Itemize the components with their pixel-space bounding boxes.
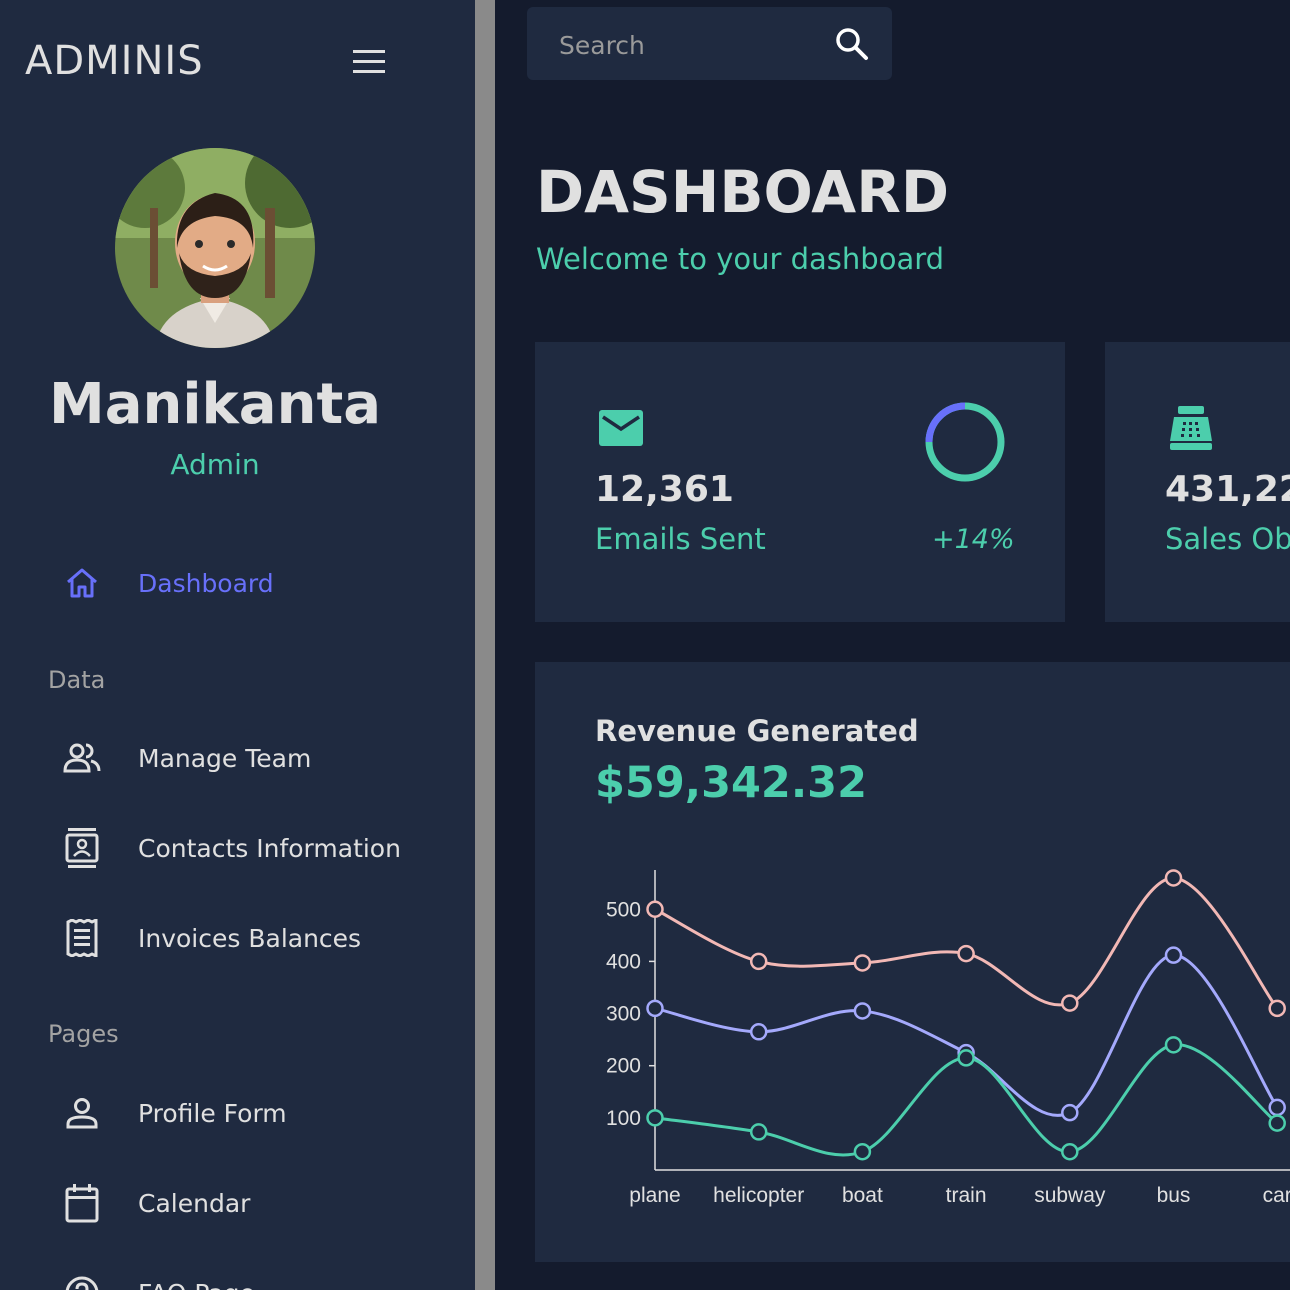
search-input[interactable] <box>557 25 831 65</box>
section-label-data: Data <box>48 666 106 694</box>
data-point <box>957 1049 975 1067</box>
sidebar-item-label: Manage Team <box>138 743 312 773</box>
x-tick-label: boat <box>842 1184 883 1207</box>
contacts-icon <box>60 826 104 870</box>
data-point <box>1268 1114 1286 1132</box>
user-role: Admin <box>170 448 260 481</box>
stat-value: 12,361 <box>595 469 734 510</box>
people-icon <box>60 736 104 780</box>
home-icon <box>60 561 104 605</box>
data-point <box>749 952 768 971</box>
data-point <box>1268 1098 1286 1117</box>
sidebar-item-label: FAQ Page <box>138 1279 255 1290</box>
y-tick-label: 400 <box>606 950 641 973</box>
search-icon <box>836 28 868 60</box>
email-icon <box>599 410 643 446</box>
data-point <box>749 1023 768 1041</box>
sidebar-item-dashboard[interactable]: Dashboard <box>60 558 274 608</box>
stat-value: 431,225 <box>1165 469 1290 510</box>
sidebar-scrollbar[interactable] <box>475 0 495 1290</box>
stat-card-sales: 431,225 Sales Obtained <box>1105 342 1290 622</box>
data-point <box>957 944 975 963</box>
stat-label: Emails Sent <box>595 522 766 556</box>
series-line <box>654 953 1279 1117</box>
y-tick-label: 300 <box>606 1003 641 1026</box>
data-point <box>646 999 664 1018</box>
point-of-sale-icon <box>1170 406 1212 450</box>
stat-card-emails: 12,361 Emails Sent +14% <box>535 342 1065 622</box>
sidebar-item-calendar[interactable]: Calendar <box>60 1178 250 1228</box>
sidebar-item-label: Dashboard <box>138 568 274 598</box>
receipt-icon <box>60 916 104 960</box>
sidebar-item-faq[interactable]: FAQ Page <box>60 1268 255 1290</box>
search-button[interactable] <box>832 24 872 64</box>
calendar-icon <box>60 1181 104 1225</box>
data-point <box>749 1123 768 1141</box>
x-tick-label: bus <box>1157 1184 1191 1207</box>
data-point <box>1061 994 1079 1012</box>
data-point <box>646 900 664 918</box>
data-point <box>1268 999 1286 1018</box>
sidebar-item-manage-team[interactable]: Manage Team <box>60 733 311 783</box>
user-name: Manikanta <box>48 372 382 437</box>
progress-circle <box>925 402 1005 482</box>
y-tick-label: 500 <box>606 898 641 921</box>
revenue-card: Revenue Generated $59,342.32 100 200 300 40… <box>535 662 1290 1262</box>
x-tick-label: car <box>1263 1184 1290 1207</box>
data-point <box>1061 1103 1079 1122</box>
page-title: DASHBOARD <box>536 158 949 226</box>
data-point <box>646 1109 664 1127</box>
brand-title: ADMINIS <box>25 38 204 84</box>
avatar <box>115 148 315 348</box>
stat-label: Sales Obtained <box>1165 522 1290 556</box>
sidebar-item-profile-form[interactable]: Profile Form <box>60 1088 287 1138</box>
sidebar-item-label: Profile Form <box>138 1098 287 1128</box>
data-point <box>1164 1036 1183 1054</box>
data-point <box>853 954 872 972</box>
person-icon <box>60 1091 104 1135</box>
stat-change: +14% <box>932 524 1015 555</box>
x-tick-label: subway <box>1034 1184 1106 1207</box>
data-point <box>853 1002 872 1020</box>
x-tick-label: train <box>946 1184 987 1207</box>
data-point <box>853 1142 872 1161</box>
help-icon <box>60 1271 104 1290</box>
series-line <box>654 876 1279 1010</box>
data-point <box>1164 946 1183 964</box>
y-tick-label: 100 <box>606 1107 641 1130</box>
y-tick-label: 200 <box>606 1055 641 1078</box>
sidebar-item-label: Contacts Information <box>138 833 401 863</box>
sidebar-item-invoices[interactable]: Invoices Balances <box>60 913 361 963</box>
sidebar-item-contacts[interactable]: Contacts Information <box>60 823 401 873</box>
revenue-line-chart: 100 200 300 400 500 plane helicopter boat train s… <box>606 869 1290 1207</box>
page-subtitle: Welcome to your dashboard <box>536 242 945 276</box>
data-point <box>1061 1142 1079 1161</box>
x-tick-label: plane <box>629 1184 680 1207</box>
section-label-pages: Pages <box>48 1020 119 1048</box>
sidebar: ADMINIS Manikanta Admin Dashboard Data M… <box>0 0 475 1290</box>
sidebar-item-label: Invoices Balances <box>138 923 362 953</box>
x-tick-label: helicopter <box>713 1184 804 1207</box>
menu-toggle-button[interactable] <box>350 44 388 80</box>
data-point <box>1164 869 1183 887</box>
hamburger-menu-icon <box>353 50 385 73</box>
sidebar-item-label: Calendar <box>138 1188 251 1218</box>
